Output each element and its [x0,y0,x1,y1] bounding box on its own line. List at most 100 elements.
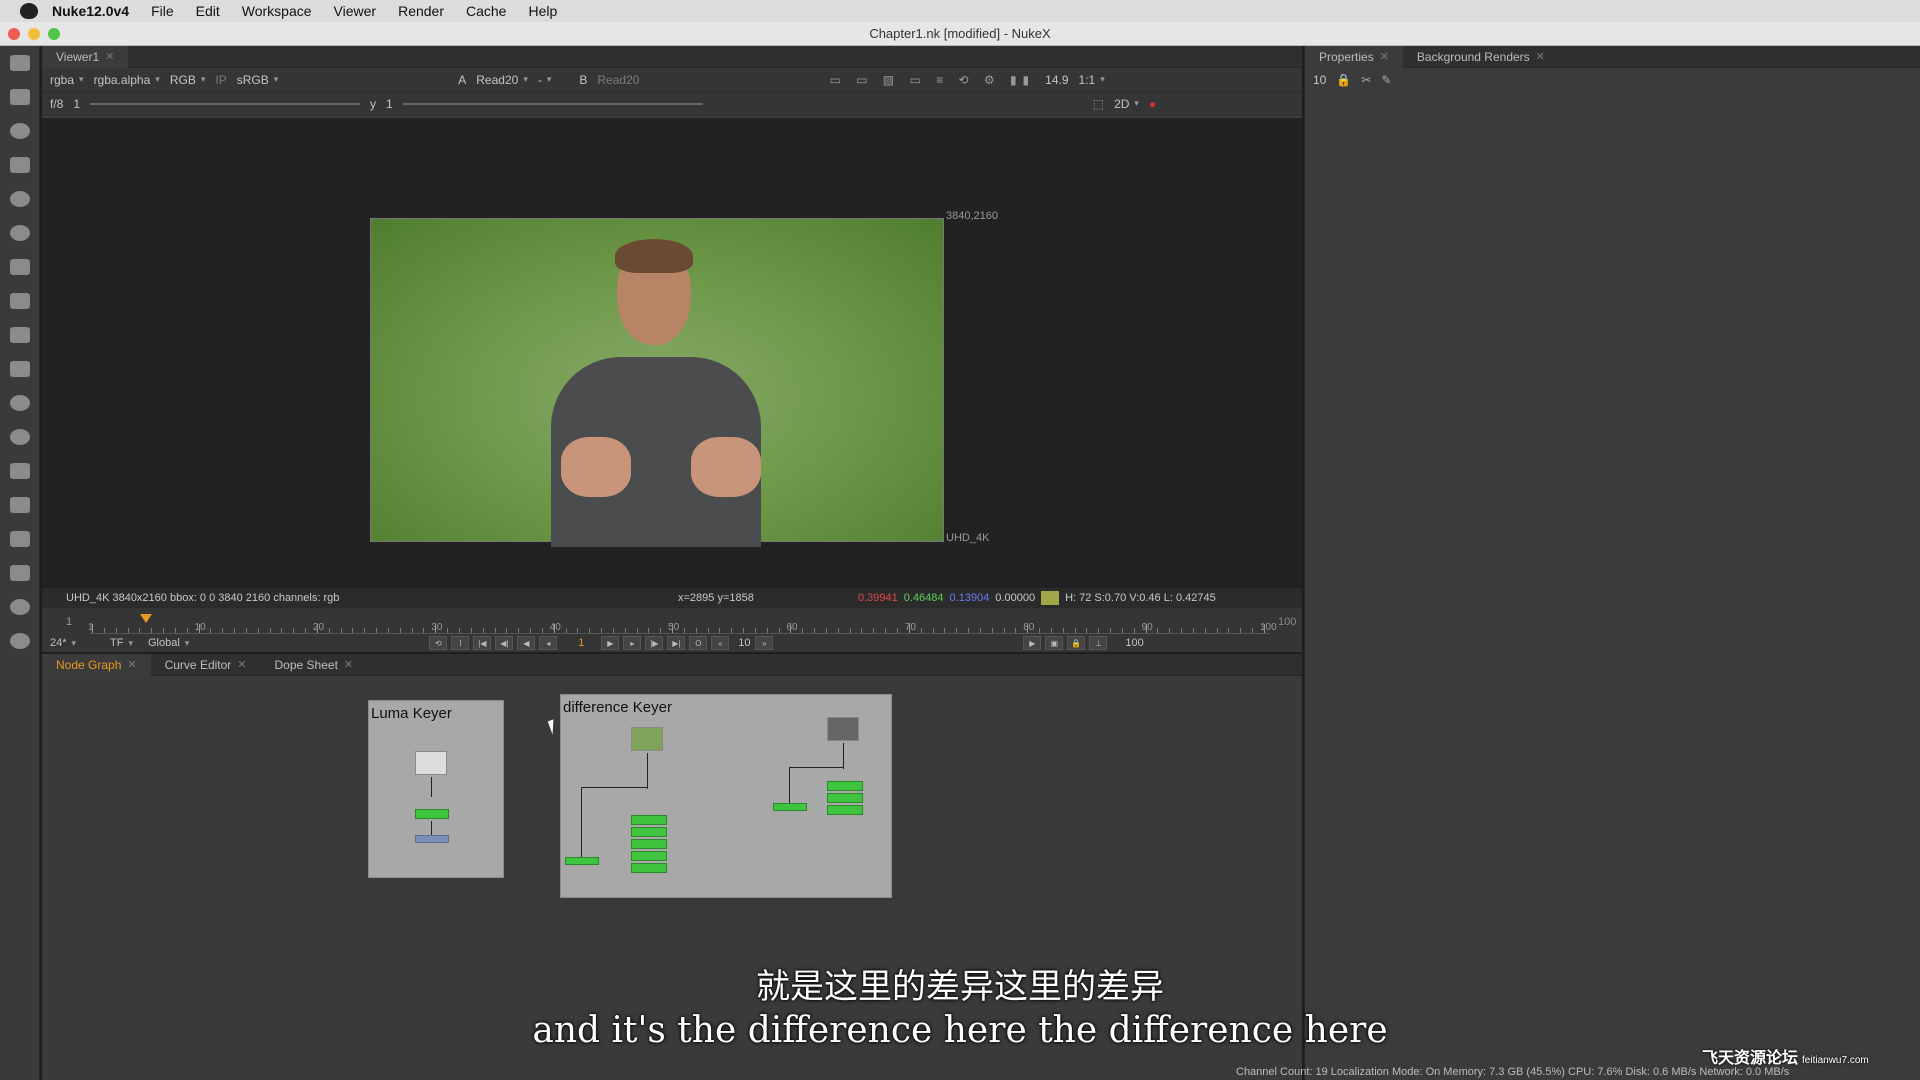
range-icon[interactable]: ⊥ [1089,636,1108,650]
apple-icon[interactable] [20,3,38,19]
lock-icon[interactable]: 🔒 [1336,73,1351,87]
frame-step-field[interactable]: 10 [733,637,755,649]
fstop-value[interactable]: 1 [73,97,80,111]
keyer-node[interactable] [827,793,863,803]
read-node-thumbnail[interactable] [415,751,447,775]
keyer-node[interactable] [415,809,449,819]
in-point-icon[interactable]: I [451,636,470,650]
time-tools-icon[interactable] [0,114,40,148]
tab-properties[interactable]: Properties ✕ [1305,45,1403,68]
menu-help[interactable]: Help [528,3,557,19]
input-b-dropdown[interactable]: Read20 [597,73,639,87]
channel-tools-icon[interactable] [0,148,40,182]
roi-icon[interactable]: ⬚ [1093,97,1104,111]
plugins-tools-icon[interactable] [0,624,40,658]
transform-tools-icon[interactable] [0,318,40,352]
merge-node[interactable] [565,857,599,865]
last-frame-icon[interactable]: ▶| [667,636,686,650]
merge-tools-icon[interactable] [0,284,40,318]
global-dropdown[interactable]: Global [148,637,189,649]
deep-tools-icon[interactable] [0,420,40,454]
next-keyframe-icon[interactable]: |▶ [645,636,664,650]
max-panels-field[interactable]: 10 [1313,73,1326,87]
views-tools-icon[interactable] [0,454,40,488]
image-tools-icon[interactable] [0,46,40,80]
clear-panels-icon[interactable]: ✂ [1361,73,1371,87]
close-icon[interactable]: ✕ [1536,50,1545,63]
playhead-marker[interactable] [140,614,152,623]
viewer-viewport[interactable]: 3840,2160 UHD_4K [42,118,1302,588]
timeline-ruler[interactable]: 1 10 20 30 40 50 60 70 80 90 100 [88,612,1277,634]
read-node-thumbnail[interactable] [631,727,663,751]
composite-dropdown[interactable]: - [538,73,552,87]
play-backward-icon[interactable]: ◀ [517,636,536,650]
toolsets-icon[interactable] [0,522,40,556]
other-tools-icon[interactable] [0,556,40,590]
tab-node-graph[interactable]: Node Graph ✕ [42,653,151,676]
keyer-node[interactable] [631,839,667,849]
out-frame-field[interactable]: 100 [1125,637,1143,649]
close-icon[interactable]: ✕ [1380,50,1389,63]
step-back-icon[interactable]: ◂ [539,636,558,650]
furnace-tools-icon[interactable] [0,590,40,624]
keyer-node[interactable] [631,827,667,837]
prev-keyframe-icon[interactable]: ◀| [495,636,514,650]
keyer-node[interactable] [631,815,667,825]
viewer-icons[interactable]: ▭ ▭ ▨ ▭ ≡ ⟲ ⚙ ▮▮ [829,73,1035,87]
zoom-dropdown[interactable]: 1:1 [1079,73,1105,87]
keyer-node[interactable] [827,781,863,791]
fstop-label[interactable]: f/8 [50,97,63,111]
tab-background-renders[interactable]: Background Renders ✕ [1403,46,1559,68]
tab-viewer1[interactable]: Viewer1 ✕ [42,45,129,68]
lut-dropdown[interactable]: sRGB [237,73,279,87]
tab-dope-sheet[interactable]: Dope Sheet ✕ [261,654,368,676]
merge-node[interactable] [773,803,807,811]
menu-cache[interactable]: Cache [466,3,506,19]
close-window-button[interactable] [8,28,20,40]
out-point-icon[interactable]: O [689,636,708,650]
skip-forward-icon[interactable]: » [755,636,774,650]
menu-file[interactable]: File [151,3,174,19]
3d-tools-icon[interactable] [0,352,40,386]
pencil-icon[interactable]: ✎ [1381,73,1391,87]
loop-icon[interactable]: ⟲ [429,636,448,650]
filter-tools-icon[interactable] [0,216,40,250]
gain-value[interactable]: 14.9 [1045,73,1068,87]
close-icon[interactable]: ✕ [127,658,136,671]
close-icon[interactable]: ✕ [105,50,114,63]
keyer-node[interactable] [827,805,863,815]
menu-app-name[interactable]: Nuke12.0v4 [52,3,129,19]
menu-edit[interactable]: Edit [196,3,220,19]
current-frame-field[interactable]: 1 [561,637,601,649]
draw-tools-icon[interactable] [0,80,40,114]
input-a-dropdown[interactable]: Read20 [476,73,528,87]
lock-icon[interactable]: 🔒 [1067,636,1086,650]
paused-indicator-icon[interactable]: ● [1149,97,1156,111]
menu-render[interactable]: Render [398,3,444,19]
keyer-tools-icon[interactable] [0,250,40,284]
first-frame-icon[interactable]: |◀ [473,636,492,650]
color-tools-icon[interactable] [0,182,40,216]
particles-tools-icon[interactable] [0,386,40,420]
skip-back-icon[interactable]: « [711,636,730,650]
menu-viewer[interactable]: Viewer [334,3,377,19]
backdrop-difference-keyer[interactable]: difference Keyer [560,694,892,898]
keyer-node[interactable] [631,851,667,861]
read-node-thumbnail[interactable] [827,717,859,741]
keyer-node[interactable] [631,863,667,873]
ip-button[interactable]: IP [215,73,226,87]
metadata-tools-icon[interactable] [0,488,40,522]
render-icon[interactable]: ▣ [1045,636,1064,650]
zoom-window-button[interactable] [48,28,60,40]
gamma-value[interactable]: 1 [386,97,393,111]
alpha-dropdown[interactable]: rgba.alpha [94,73,160,87]
channels-dropdown[interactable]: rgba [50,73,84,87]
flipbook-icon[interactable]: ▶ [1023,636,1042,650]
tf-dropdown[interactable]: TF [110,637,140,649]
viewer-node[interactable] [415,835,449,843]
play-forward-icon[interactable]: ▶ [601,636,620,650]
tab-curve-editor[interactable]: Curve Editor ✕ [151,654,261,676]
view-mode-dropdown[interactable]: 2D [1114,97,1139,111]
close-icon[interactable]: ✕ [344,658,353,671]
close-icon[interactable]: ✕ [237,658,246,671]
